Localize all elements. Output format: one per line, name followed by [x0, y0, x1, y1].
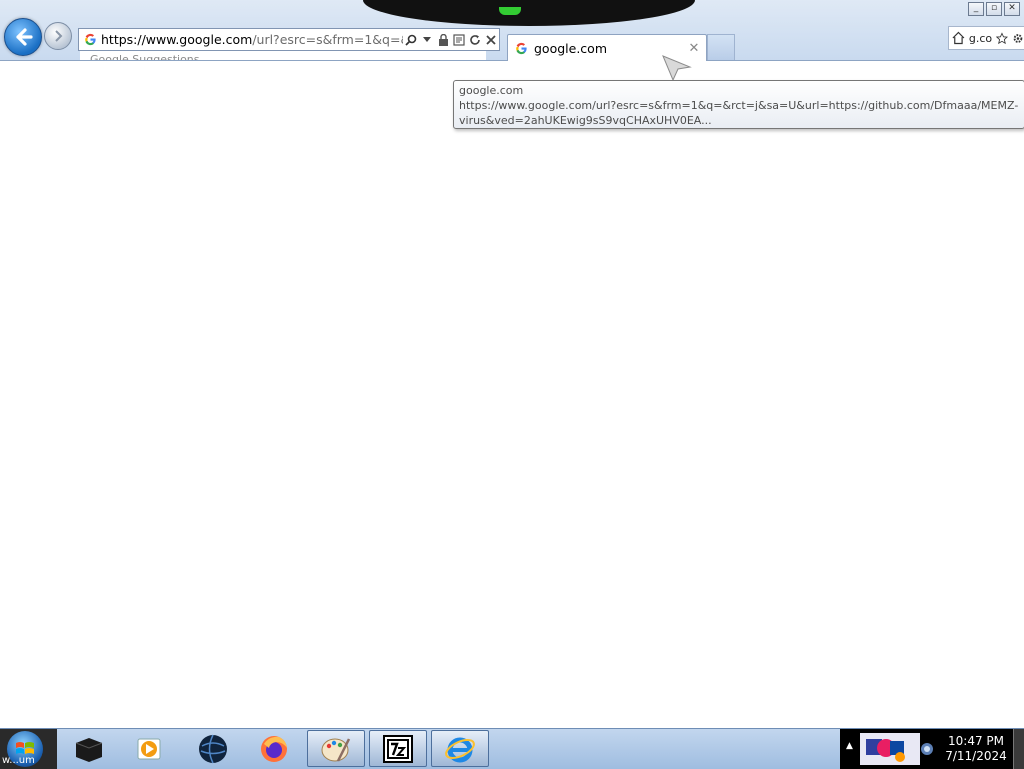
new-tab-button[interactable]: [707, 34, 735, 60]
taskbar-item-media-player[interactable]: [120, 730, 178, 767]
refresh-icon[interactable]: [467, 31, 483, 49]
tab-title: google.com: [534, 40, 607, 56]
search-icon[interactable]: [403, 31, 419, 49]
address-url[interactable]: https://www.google.com/url?esrc=s&frm=1&…: [101, 32, 403, 47]
network-icon[interactable]: [920, 742, 934, 756]
address-url-host: https://www.google.com: [101, 32, 253, 47]
paint-icon: [321, 737, 351, 762]
toolbar-text: g.co: [968, 31, 993, 45]
close-window-button[interactable]: ✕: [1004, 2, 1020, 16]
clock-time: 10:47 PM: [948, 734, 1004, 748]
google-suggestions-label: Google Suggestions: [80, 51, 486, 60]
system-tray: ▲ 10:47 PM 7/11/2024: [840, 729, 1024, 769]
media-player-icon: [137, 738, 161, 759]
tooltip-url: https://www.google.com/url?esrc=s&frm=1&…: [459, 99, 1019, 127]
globe-icon: [199, 734, 227, 763]
arrow-left-icon: [16, 28, 33, 46]
clock-date: 7/11/2024: [945, 749, 1007, 763]
taskbar-item-globe[interactable]: [184, 730, 242, 767]
tooltip-title: google.com: [459, 84, 524, 97]
screen-corruption-shape: [363, 0, 695, 26]
media-box-icon: [75, 737, 103, 762]
forward-button[interactable]: [44, 22, 72, 50]
minimize-button[interactable]: _: [968, 2, 984, 16]
window-controls: _ ▫ ✕: [968, 2, 1020, 16]
compatibility-view-icon[interactable]: [451, 31, 467, 49]
taskbar-item-paint[interactable]: [307, 730, 365, 767]
address-url-path: /url?esrc=s&frm=1&q=&rct=j: [252, 32, 403, 47]
home-icon[interactable]: [952, 31, 965, 45]
mouse-cursor-icon: [662, 55, 692, 81]
back-button[interactable]: [4, 18, 42, 56]
firefox-icon: [261, 735, 287, 762]
google-g-icon: [516, 42, 527, 54]
taskbar-item-firefox[interactable]: [245, 730, 303, 767]
right-toolbar: g.co: [948, 26, 1024, 50]
taskbar: w...um ▲ 10:47 PM 7/11/2024: [0, 728, 1024, 769]
restore-button[interactable]: ▫: [986, 2, 1002, 16]
show-desktop-button[interactable]: [1013, 729, 1024, 769]
taskbar-item-media-box[interactable]: [60, 730, 118, 767]
browser-chrome: https://www.google.com/url?esrc=s&frm=1&…: [0, 0, 1024, 61]
gear-icon[interactable]: [1012, 32, 1024, 45]
address-bar[interactable]: https://www.google.com/url?esrc=s&frm=1&…: [78, 28, 500, 51]
stop-icon[interactable]: [483, 31, 499, 49]
star-icon[interactable]: [996, 31, 1009, 45]
tray-app-icon: [866, 739, 905, 762]
taskbar-item-7zip[interactable]: [369, 730, 427, 767]
start-label: w...um: [2, 755, 35, 766]
close-tab-icon[interactable]: ✕: [686, 41, 702, 56]
7zip-icon: [383, 734, 413, 763]
google-g-icon: [85, 33, 96, 46]
taskbar-item-internet-explorer[interactable]: [431, 730, 489, 767]
arrow-right-icon: [55, 30, 63, 42]
start-area: w...um: [0, 729, 57, 769]
tray-icons-area[interactable]: [860, 733, 920, 765]
ie-icon: [445, 737, 475, 762]
lock-icon[interactable]: [435, 31, 451, 49]
dropdown-arrow-icon[interactable]: [419, 31, 435, 49]
link-tooltip: google.com https://www.google.com/url?es…: [453, 80, 1024, 129]
corruption-glow: [499, 7, 521, 15]
show-hidden-icons-button[interactable]: ▲: [846, 741, 853, 751]
clock[interactable]: 10:47 PM 7/11/2024: [938, 734, 1014, 764]
